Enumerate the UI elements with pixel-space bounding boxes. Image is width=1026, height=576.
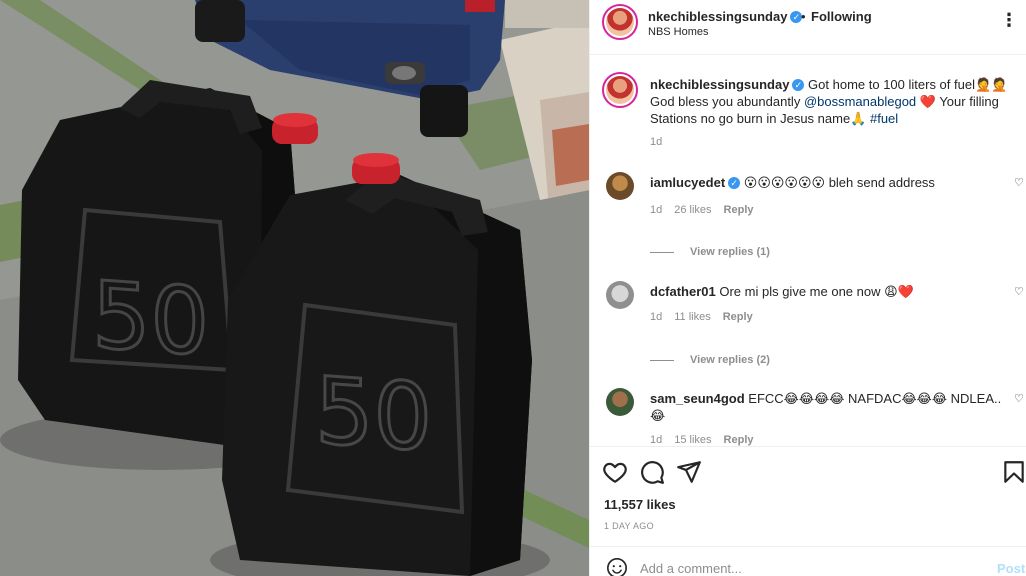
bookmark-icon[interactable]: [1001, 459, 1026, 485]
comment-likes[interactable]: 11 likes: [674, 311, 710, 323]
verified-badge-icon: ✓: [728, 177, 741, 189]
comment-meta: 1d 11 likes Reply: [650, 311, 765, 323]
can-label-left: 50: [92, 262, 209, 377]
post-comment-button[interactable]: Post: [997, 561, 1025, 576]
more-options-icon[interactable]: ⋮: [1000, 10, 1018, 31]
author-username[interactable]: nkechiblessingsunday ✓: [648, 9, 803, 24]
comment-username[interactable]: iamlucyedet: [650, 175, 725, 190]
comment-username[interactable]: sam_seun4god: [650, 391, 745, 406]
comment-like-icon[interactable]: ♡: [1014, 392, 1024, 405]
following-button[interactable]: Following: [811, 9, 872, 24]
view-replies-button[interactable]: View replies (1): [650, 246, 770, 258]
comment-composer: Post: [590, 546, 1026, 576]
view-replies-label: View replies (2): [690, 354, 770, 366]
comment-body: 😮😮😮😮😮😮 bleh send address: [740, 175, 935, 190]
comment-time: 1d: [650, 434, 663, 446]
comment-like-icon[interactable]: ♡: [1014, 176, 1024, 189]
commenter-avatar[interactable]: [606, 172, 634, 200]
post-caption: nkechiblessingsunday ✓ Got home to 100 li…: [650, 76, 1012, 127]
comment-time: 1d: [650, 311, 663, 323]
comment-meta: 1d 15 likes Reply: [650, 434, 766, 446]
post-photo[interactable]: 50 50: [0, 0, 589, 576]
comment-text: dcfather01 Ore mi pls give me one now 😩❤…: [650, 283, 1010, 300]
comment-body: Ore mi pls give me one now 😩❤️: [715, 284, 914, 299]
post-age: 1 DAY AGO: [604, 521, 654, 531]
comment-username[interactable]: dcfather01: [650, 284, 716, 299]
author-avatar[interactable]: [602, 4, 638, 40]
comment-time: 1d: [650, 204, 663, 216]
header-separator: •: [801, 9, 806, 24]
post-side-panel: nkechiblessingsunday ✓ • Following NBS Ho…: [589, 0, 1026, 576]
caption-hashtag[interactable]: #fuel: [870, 111, 898, 126]
caption-username[interactable]: nkechiblessingsunday: [650, 77, 789, 92]
post-header: nkechiblessingsunday ✓ • Following NBS Ho…: [590, 0, 1026, 55]
comment-likes[interactable]: 15 likes: [674, 434, 711, 446]
heart-icon[interactable]: [602, 459, 628, 485]
replies-line: [650, 251, 674, 253]
comment-reply-button[interactable]: Reply: [724, 434, 754, 446]
comment-icon[interactable]: [639, 459, 665, 485]
comment-reply-button[interactable]: Reply: [724, 204, 754, 216]
can-label-right: 50: [315, 357, 432, 472]
smiley-icon[interactable]: [606, 557, 628, 576]
comment-text: iamlucyedet ✓ 😮😮😮😮😮😮 bleh send address: [650, 174, 1010, 191]
likes-count[interactable]: 11,557 likes: [604, 497, 676, 512]
replies-line: [650, 359, 674, 361]
comment-likes[interactable]: 26 likes: [674, 204, 711, 216]
caption-avatar[interactable]: [602, 72, 638, 108]
comment-text: sam_seun4god EFCC😂😂😂😂 NAFDAC😂😂😂 NDLEA.. …: [650, 390, 1010, 424]
view-replies-button[interactable]: View replies (2): [650, 354, 770, 366]
comment-reply-button[interactable]: Reply: [723, 311, 753, 323]
comment-input[interactable]: [640, 557, 980, 576]
verified-badge-icon: ✓: [792, 79, 805, 91]
caption-time: 1d: [650, 136, 663, 148]
view-replies-label: View replies (1): [690, 246, 770, 258]
comments-list[interactable]: nkechiblessingsunday ✓ Got home to 100 li…: [590, 56, 1026, 446]
post-image: 50 50: [0, 0, 589, 576]
commenter-avatar[interactable]: [606, 388, 634, 416]
post-location[interactable]: NBS Homes: [648, 26, 709, 38]
share-icon[interactable]: [676, 459, 702, 485]
post-actions: 11,557 likes 1 DAY AGO: [590, 446, 1026, 546]
comment-meta: 1d 26 likes Reply: [650, 204, 766, 216]
comment-like-icon[interactable]: ♡: [1014, 285, 1024, 298]
caption-mention[interactable]: @bossmanablegod: [804, 94, 916, 109]
commenter-avatar[interactable]: [606, 281, 634, 309]
